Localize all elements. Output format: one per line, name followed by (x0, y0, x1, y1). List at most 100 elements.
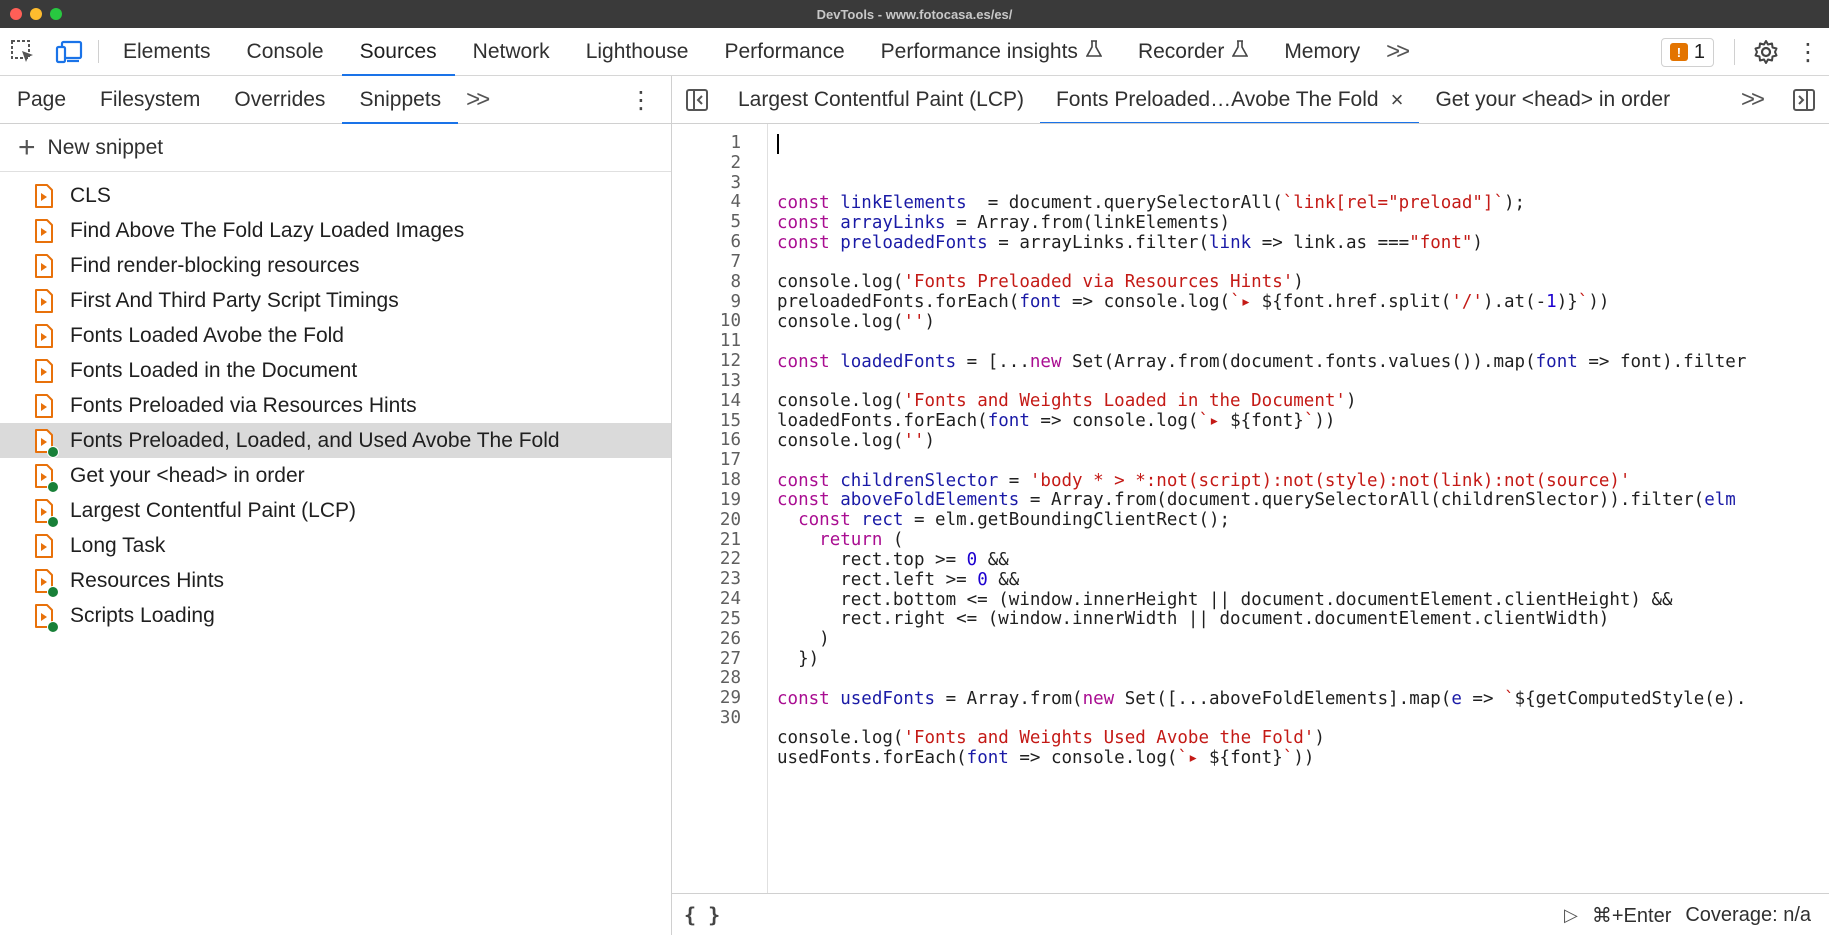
issues-counter-button[interactable]: ! 1 (1660, 37, 1714, 67)
close-window-button[interactable] (10, 8, 22, 20)
code-token: ) (924, 430, 936, 451)
settings-gear-icon[interactable] (1745, 39, 1787, 65)
device-toolbar-icon[interactable] (46, 28, 92, 75)
tab-recorder[interactable]: Recorder (1120, 28, 1266, 75)
tab-sources[interactable]: Sources (341, 28, 455, 76)
tab-performance-insights[interactable]: Performance insights (863, 28, 1120, 75)
code-token: const (777, 351, 841, 372)
editor-tab[interactable]: Fonts Preloaded…Avobe The Fold × (1039, 76, 1420, 123)
snippet-item[interactable]: Fonts Preloaded via Resources Hints (0, 388, 671, 423)
code-token: "font" (1409, 232, 1473, 253)
snippet-item[interactable]: Get your <head> in order (0, 458, 671, 493)
snippet-item[interactable]: Find Above The Fold Lazy Loaded Images (0, 213, 671, 248)
close-tab-icon[interactable]: × (1391, 87, 1404, 113)
inspect-element-icon[interactable] (0, 28, 46, 75)
more-tabs-icon[interactable]: >> (1378, 28, 1414, 75)
tab-label: Sources (359, 39, 437, 63)
snippet-item[interactable]: Resources Hints (0, 563, 671, 598)
code-token: = elm.getBoundingClientRect(); (903, 510, 1231, 531)
editor-tab[interactable]: Largest Contentful Paint (LCP) (722, 76, 1040, 123)
code-line: console.log('Fonts Preloaded via Resourc… (777, 272, 1746, 293)
snippet-name: Find render-blocking resources (70, 253, 360, 277)
code-token: => (1461, 688, 1505, 709)
code-token: }) (777, 649, 820, 670)
tab-lighthouse[interactable]: Lighthouse (568, 28, 707, 75)
navigator-tab-page[interactable]: Page (0, 76, 83, 123)
code-token: const (777, 193, 841, 213)
code-token: rect (861, 510, 904, 531)
code-token: 'Fonts Preloaded via Resources Hints' (903, 272, 1294, 293)
code-line: }) (777, 649, 1746, 670)
run-snippet-icon[interactable]: ▷ (1564, 905, 1578, 926)
code-token: font (987, 411, 1030, 432)
tab-performance[interactable]: Performance (706, 28, 862, 75)
toggle-debugger-icon[interactable] (1779, 88, 1829, 112)
customize-menu-icon[interactable]: ⋮ (1787, 38, 1829, 67)
snippet-item[interactable]: Fonts Loaded in the Document (0, 353, 671, 388)
snippet-item[interactable]: CLS (0, 178, 671, 213)
code-token: new (1029, 351, 1073, 372)
code-token: font (1535, 351, 1578, 372)
editor-tab[interactable]: Get your <head> in order (1419, 76, 1686, 123)
code-token: usedFonts.forEach( (777, 748, 967, 769)
tab-memory[interactable]: Memory (1266, 28, 1378, 75)
code-line: console.log('Fonts and Weights Loaded in… (777, 391, 1746, 412)
code-line: const childrenSlector = 'body * > *:not(… (777, 470, 1746, 492)
code-token: rect.bottom <= (window.innerHeight || do… (777, 589, 1673, 610)
experimental-flask-icon (1231, 39, 1249, 64)
code-content[interactable]: const linkElements = document.querySelec… (768, 124, 1746, 893)
snippet-item[interactable]: First And Third Party Script Timings (0, 283, 671, 318)
toggle-navigator-icon[interactable] (672, 76, 722, 123)
line-number: 28 (719, 668, 741, 689)
navigator-menu-icon[interactable]: ⋮ (629, 76, 653, 124)
code-token: return (819, 530, 883, 551)
navigator-tab-overrides[interactable]: Overrides (217, 76, 342, 123)
tab-network[interactable]: Network (455, 28, 568, 75)
snippet-name: Scripts Loading (70, 603, 215, 627)
line-number-gutter[interactable]: 1 2 3 4 5 6 7 8 9 10 11 12 13 14 15 16 17 18 19 20 21 22 23 24 2… (672, 124, 768, 893)
code-token: && (977, 549, 1009, 570)
code-token: `▸ (1230, 292, 1262, 313)
snippet-file-icon (34, 568, 59, 598)
pretty-print-button[interactable]: { } (672, 903, 720, 927)
snippet-item[interactable]: Find render-blocking resources (0, 248, 671, 283)
snippet-item[interactable]: Scripts Loading (0, 598, 671, 633)
code-token: ${font} (1230, 411, 1304, 432)
new-snippet-button[interactable]: + New snippet (0, 124, 671, 172)
panel-tabs: Elements Console Sources Network Lighthouse P… (105, 28, 1378, 76)
minimize-window-button[interactable] (30, 8, 42, 20)
code-line: loadedFonts.forEach(font => console.log(… (777, 411, 1746, 432)
code-token: = arrayLinks.filter( (987, 232, 1209, 253)
new-snippet-label: New snippet (47, 135, 164, 159)
snippet-status-dot (47, 480, 59, 493)
line-number: 9 (730, 291, 741, 312)
editor-panel: Largest Contentful Paint (LCP) Fonts Prel… (672, 76, 1829, 935)
snippet-item[interactable]: Fonts Loaded Avobe the Fold (0, 318, 671, 353)
more-editor-tabs-icon[interactable]: >> (1723, 86, 1779, 114)
code-token: rect.left >= (777, 569, 978, 590)
code-token: => console.log( (1061, 292, 1231, 313)
snippet-name: Fonts Loaded in the Document (70, 358, 358, 382)
navigator-tab-list: Page Filesystem Overrides Snippets (0, 76, 458, 124)
code-editor[interactable]: 1 2 3 4 5 6 7 8 9 10 11 12 13 14 15 16 17 18 19 20 21 22 23 24 2… (672, 124, 1829, 893)
snippet-file-icon (34, 358, 54, 384)
code-token: usedFonts (840, 688, 936, 709)
snippet-item[interactable]: Long Task (0, 528, 671, 563)
snippet-status-dot (47, 585, 59, 598)
snippet-list: CLS Find Above The Fold Lazy Loaded Image… (0, 172, 671, 633)
tab-label: Console (246, 39, 324, 63)
code-line: console.log('') (777, 430, 1746, 452)
more-navigator-tabs-icon[interactable]: >> (458, 76, 494, 123)
code-token: = (998, 470, 1030, 491)
tab-elements[interactable]: Elements (105, 28, 229, 75)
code-token: const (777, 232, 841, 253)
navigator-tab-filesystem[interactable]: Filesystem (83, 76, 217, 123)
snippet-item[interactable]: Largest Contentful Paint (LCP) (0, 493, 671, 528)
tab-console[interactable]: Console (229, 28, 342, 75)
navigator-tab-snippets[interactable]: Snippets (342, 76, 458, 124)
line-number: 16 (719, 430, 741, 451)
maximize-window-button[interactable] (50, 8, 62, 20)
snippet-item[interactable]: Fonts Preloaded, Loaded, and Used Avobe … (0, 423, 671, 458)
